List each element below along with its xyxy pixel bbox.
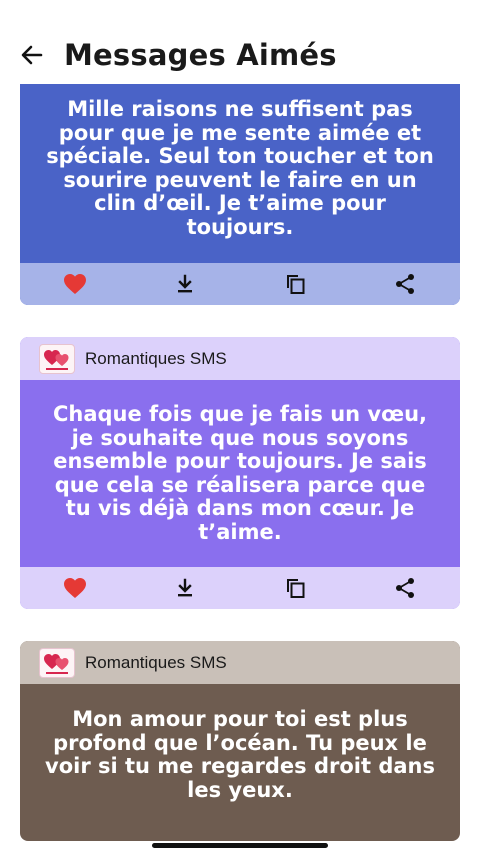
app-logo (39, 343, 75, 374)
copy-button[interactable] (240, 567, 350, 609)
app-name: Romantiques SMS (85, 652, 227, 672)
message-text: Mon amour pour toi est plus profond que … (45, 707, 435, 802)
copy-button[interactable] (240, 263, 350, 305)
copy-icon (287, 579, 305, 598)
back-button[interactable] (14, 36, 50, 72)
app-header: Messages Aimés (0, 0, 480, 84)
favorite-button[interactable] (20, 263, 130, 305)
download-icon (178, 274, 192, 293)
favorite-button[interactable] (20, 567, 130, 609)
message-text: Mille raisons ne suffisent pas pour que … (46, 97, 434, 239)
page-title: Messages Aimés (64, 38, 337, 72)
message-card: Romantiques SMS Chaque fois que je fais … (20, 337, 460, 609)
card-header: Romantiques SMS (20, 337, 460, 380)
card-header: Romantiques SMS (20, 641, 460, 684)
arrow-left-icon (21, 45, 43, 65)
card-actions (20, 567, 460, 609)
message-text: Chaque fois que je fais un vœu, je souha… (52, 402, 428, 544)
share-icon (396, 578, 414, 598)
home-indicator[interactable] (152, 843, 328, 848)
app-name: Romantiques SMS (85, 348, 227, 368)
app-logo (39, 647, 75, 678)
hearts-logo-icon (44, 349, 69, 370)
hearts-logo-icon (44, 653, 69, 674)
message-card: Mille raisons ne suffisent pas pour que … (20, 84, 460, 305)
download-icon (178, 578, 192, 597)
share-icon (396, 274, 414, 294)
share-button[interactable] (350, 567, 460, 609)
share-button[interactable] (350, 263, 460, 305)
copy-icon (287, 275, 305, 294)
download-button[interactable] (130, 567, 240, 609)
download-button[interactable] (130, 263, 240, 305)
heart-icon (64, 578, 86, 598)
heart-icon (64, 274, 86, 294)
message-card: Romantiques SMS Mon amour pour toi est p… (20, 641, 460, 841)
card-actions (20, 263, 460, 305)
